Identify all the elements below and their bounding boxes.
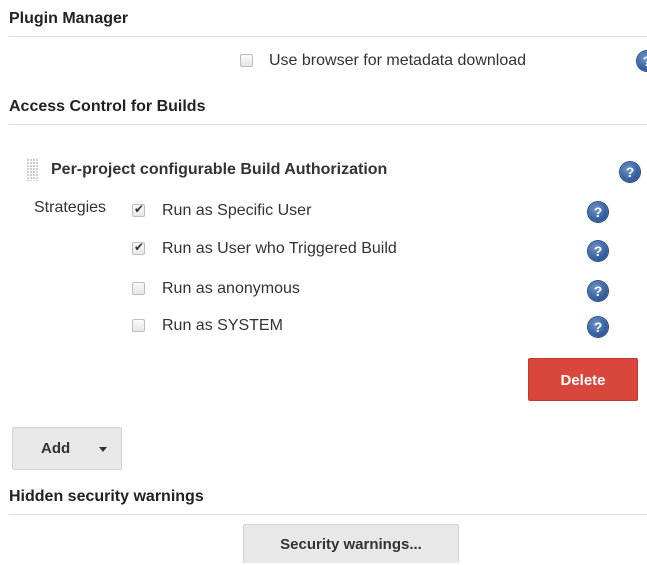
section-divider <box>9 514 647 515</box>
strategy-checkbox-triggered-user[interactable]: ✔ <box>132 240 145 255</box>
metadata-download-checkbox[interactable] <box>240 54 253 67</box>
help-icon[interactable]: ? <box>637 51 647 71</box>
metadata-download-label: Use browser for metadata download <box>269 52 527 69</box>
security-warnings-button[interactable]: Security warnings... <box>243 524 459 563</box>
section-divider <box>9 124 647 125</box>
strategy-checkbox-anonymous[interactable] <box>132 282 145 295</box>
strategy-label: Run as anonymous <box>162 280 300 297</box>
dropdown-caret-icon <box>99 447 107 452</box>
help-icon[interactable]: ? <box>588 317 608 337</box>
strategy-label: Run as Specific User <box>162 202 312 219</box>
checkmark-icon: ✔ <box>134 202 145 216</box>
help-icon[interactable]: ? <box>588 202 608 222</box>
section-title-access-control: Access Control for Builds <box>9 98 206 115</box>
help-icon[interactable]: ? <box>588 241 608 261</box>
help-icon[interactable]: ? <box>620 162 640 182</box>
delete-button[interactable]: Delete <box>528 358 638 401</box>
strategy-label: Run as User who Triggered Build <box>162 240 397 257</box>
drag-handle-icon[interactable] <box>26 159 38 181</box>
authorization-title: Per-project configurable Build Authoriza… <box>51 161 388 178</box>
section-title-plugin-manager: Plugin Manager <box>9 10 129 27</box>
checkmark-icon: ✔ <box>134 240 145 254</box>
section-divider <box>9 36 647 37</box>
add-button-label: Add <box>41 440 71 457</box>
strategies-label: Strategies <box>34 199 107 216</box>
strategy-checkbox-specific-user[interactable]: ✔ <box>132 202 145 217</box>
help-icon[interactable]: ? <box>588 281 608 301</box>
strategy-label: Run as SYSTEM <box>162 317 283 334</box>
strategy-checkbox-system[interactable] <box>132 319 145 332</box>
add-button[interactable]: Add <box>12 427 122 470</box>
section-title-hidden-warnings: Hidden security warnings <box>9 488 204 505</box>
